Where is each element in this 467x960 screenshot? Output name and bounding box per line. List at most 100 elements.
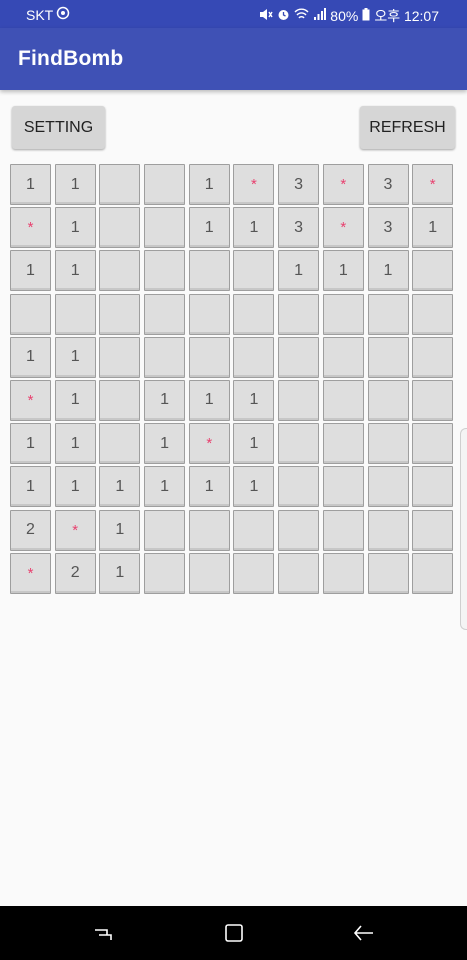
bomb-cell[interactable]: *	[10, 552, 51, 594]
grid-cell[interactable]	[367, 336, 409, 378]
grid-cell[interactable]: 1	[54, 250, 96, 292]
grid-cell[interactable]	[412, 466, 454, 508]
bomb-cell[interactable]: *	[10, 379, 51, 421]
grid-cell[interactable]: 1	[54, 336, 96, 378]
grid-cell[interactable]: 1	[54, 466, 96, 508]
grid-cell[interactable]	[367, 423, 409, 465]
grid-cell[interactable]	[99, 379, 141, 421]
grid-cell[interactable]: 1	[10, 164, 51, 205]
grid-cell[interactable]	[144, 250, 186, 292]
grid-cell[interactable]	[10, 293, 51, 335]
grid-cell[interactable]	[188, 336, 230, 378]
grid-cell[interactable]	[99, 207, 141, 249]
grid-cell[interactable]: 1	[233, 379, 275, 421]
grid-cell[interactable]: 1	[99, 466, 141, 508]
grid-cell[interactable]: 1	[188, 466, 230, 508]
grid-cell[interactable]: 1	[144, 423, 186, 465]
grid-cell[interactable]	[367, 293, 409, 335]
grid-cell[interactable]: 1	[10, 250, 51, 292]
back-icon[interactable]	[352, 921, 376, 945]
grid-cell[interactable]	[144, 509, 186, 551]
grid-cell[interactable]	[412, 250, 454, 292]
grid-cell[interactable]	[188, 250, 230, 292]
grid-cell[interactable]	[144, 164, 186, 205]
grid-cell[interactable]	[99, 164, 141, 205]
grid-cell[interactable]: 3	[367, 207, 409, 249]
grid-cell[interactable]	[233, 509, 275, 551]
grid-cell[interactable]	[278, 552, 320, 594]
grid-cell[interactable]	[233, 552, 275, 594]
grid-cell[interactable]	[367, 466, 409, 508]
grid-cell[interactable]: 1	[188, 207, 230, 249]
recent-apps-icon[interactable]	[91, 921, 115, 945]
grid-cell[interactable]: 1	[322, 250, 364, 292]
grid-cell[interactable]: 1	[144, 466, 186, 508]
grid-cell[interactable]: 1	[54, 423, 96, 465]
setting-button[interactable]: SETTING	[12, 106, 105, 149]
grid-cell[interactable]: 1	[412, 207, 454, 249]
grid-cell[interactable]: 1	[144, 379, 186, 421]
bomb-cell[interactable]: *	[322, 207, 364, 249]
grid-cell[interactable]: 2	[10, 509, 51, 551]
bomb-cell[interactable]: *	[188, 423, 230, 465]
grid-cell[interactable]	[322, 293, 364, 335]
grid-cell[interactable]	[322, 466, 364, 508]
bomb-cell[interactable]: *	[10, 207, 51, 249]
grid-cell[interactable]	[278, 336, 320, 378]
grid-cell[interactable]	[412, 379, 454, 421]
grid-cell[interactable]	[322, 379, 364, 421]
grid-cell[interactable]	[278, 379, 320, 421]
grid-cell[interactable]	[278, 423, 320, 465]
grid-cell[interactable]: 1	[188, 379, 230, 421]
grid-cell[interactable]: 1	[54, 164, 96, 205]
grid-cell[interactable]	[412, 293, 454, 335]
grid-cell[interactable]: 1	[367, 250, 409, 292]
grid-cell[interactable]	[367, 379, 409, 421]
grid-cell[interactable]	[188, 293, 230, 335]
grid-cell[interactable]	[233, 250, 275, 292]
grid-cell[interactable]	[412, 336, 454, 378]
bomb-cell[interactable]: *	[322, 164, 364, 205]
grid-cell[interactable]	[144, 336, 186, 378]
grid-cell[interactable]: 1	[233, 466, 275, 508]
grid-cell[interactable]: 3	[367, 164, 409, 205]
edge-panel-handle[interactable]	[460, 428, 467, 630]
bomb-cell[interactable]: *	[233, 164, 275, 205]
bomb-cell[interactable]: *	[412, 164, 454, 205]
bomb-cell[interactable]: *	[54, 509, 96, 551]
grid-cell[interactable]: 3	[278, 207, 320, 249]
grid-cell[interactable]: 2	[54, 552, 96, 594]
grid-cell[interactable]: 1	[10, 423, 51, 465]
grid-cell[interactable]	[278, 293, 320, 335]
grid-cell[interactable]: 1	[233, 207, 275, 249]
grid-cell[interactable]: 1	[188, 164, 230, 205]
grid-cell[interactable]	[322, 552, 364, 594]
grid-cell[interactable]: 1	[10, 336, 51, 378]
grid-cell[interactable]	[54, 293, 96, 335]
grid-cell[interactable]: 3	[278, 164, 320, 205]
grid-cell[interactable]	[278, 509, 320, 551]
grid-cell[interactable]	[188, 552, 230, 594]
grid-cell[interactable]	[412, 552, 454, 594]
grid-cell[interactable]: 1	[54, 207, 96, 249]
grid-cell[interactable]	[278, 466, 320, 508]
grid-cell[interactable]: 1	[99, 509, 141, 551]
grid-cell[interactable]	[412, 509, 454, 551]
grid-cell[interactable]	[367, 509, 409, 551]
refresh-button[interactable]: REFRESH	[360, 106, 455, 149]
grid-cell[interactable]: 1	[99, 552, 141, 594]
grid-cell[interactable]	[367, 552, 409, 594]
grid-cell[interactable]: 1	[10, 466, 51, 508]
home-icon[interactable]	[222, 921, 246, 945]
grid-cell[interactable]	[322, 336, 364, 378]
grid-cell[interactable]	[188, 509, 230, 551]
grid-cell[interactable]	[144, 207, 186, 249]
grid-cell[interactable]: 1	[278, 250, 320, 292]
grid-cell[interactable]	[322, 423, 364, 465]
grid-cell[interactable]: 1	[233, 423, 275, 465]
grid-cell[interactable]	[99, 250, 141, 292]
grid-cell[interactable]	[412, 423, 454, 465]
grid-cell[interactable]	[99, 293, 141, 335]
grid-cell[interactable]	[233, 293, 275, 335]
grid-cell[interactable]	[99, 336, 141, 378]
